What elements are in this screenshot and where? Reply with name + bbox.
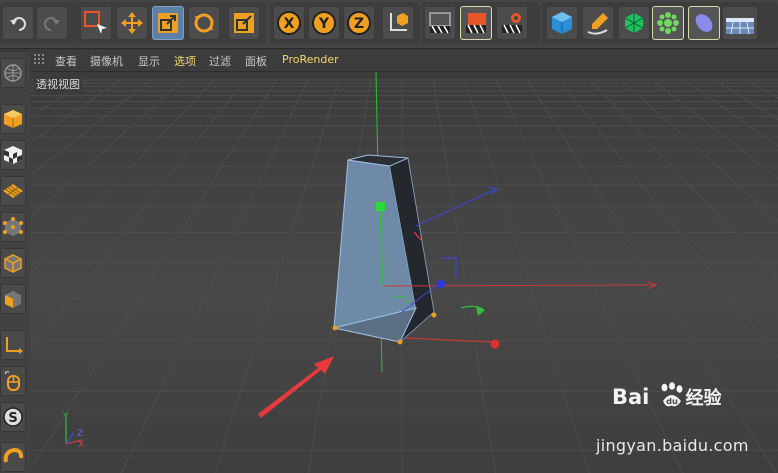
recent-tool-icon [234,13,254,33]
cloner-icon [657,12,679,34]
baidu-watermark-logo: Bai du 经验 [612,382,723,409]
deformer-button[interactable] [688,6,720,40]
move-button[interactable] [116,6,148,40]
redo-button[interactable] [36,6,68,40]
axis-z-label: Z [354,16,364,32]
menu-options[interactable]: 选项 [174,53,196,69]
workplane-button[interactable] [0,176,26,206]
lock-x-button[interactable]: X [273,6,305,40]
tweak-icon [4,371,20,391]
undo-icon [10,17,26,31]
undo-button[interactable] [2,6,34,40]
rotate-button[interactable] [188,6,220,40]
coordinate-system-button[interactable] [382,6,414,40]
make-editable-button[interactable] [0,58,26,88]
menu-prorender[interactable]: ProRender [282,53,339,66]
mode-sidebar: S [0,52,31,473]
live-selection-icon [84,11,107,34]
coordinate-system-icon [390,13,408,31]
point-handle[interactable] [397,339,403,345]
render-to-picture-viewer-icon [466,13,486,34]
axes-x-label: X [78,440,84,450]
grip-icon [34,54,44,64]
point-handle[interactable] [332,325,338,331]
menu-display[interactable]: 显示 [138,53,160,69]
scale-button[interactable] [152,6,184,40]
polygons-mode-button[interactable] [0,284,26,314]
snap-button[interactable]: S [0,402,26,432]
magnet-icon [3,447,24,463]
viewport-title: 透视视图 [34,76,82,92]
axes-y-label: Y [62,412,69,422]
menu-cameras[interactable]: 摄像机 [90,53,123,69]
scale-icon [158,13,178,33]
menu-filter[interactable]: 过滤 [209,53,231,69]
workplane-icon [3,184,23,198]
menu-view[interactable]: 查看 [55,53,77,69]
axis-button[interactable] [0,330,26,360]
render-to-picture-viewer-button[interactable] [460,6,492,40]
cube-icon [552,12,572,34]
rotate-icon [194,13,214,33]
model-mode-icon [4,110,22,128]
axes-z-label: Z [77,429,83,439]
floor-button[interactable] [722,6,758,40]
snap-icon: S [3,407,23,427]
model-mode-button[interactable] [0,104,26,134]
magnet-button[interactable] [0,442,26,472]
gizmo-y-handle[interactable] [376,202,385,211]
watermark-url: jingyan.baidu.com [596,436,749,455]
lock-z-icon: Z [347,11,371,35]
deformer-icon [695,14,713,32]
lock-y-button[interactable]: Y [308,6,340,40]
cube-button[interactable] [546,6,578,40]
paw-icon: du [661,382,683,407]
axis-x-label: X [284,16,295,32]
svg-text:S: S [8,411,17,426]
floor-icon [726,18,754,35]
render-settings-icon [502,13,522,34]
render-settings-button[interactable] [496,6,528,40]
lock-y-icon: Y [312,11,336,35]
make-editable-icon [4,64,22,82]
render-view-icon [429,12,451,34]
gizmo-x-handle[interactable] [490,339,500,349]
polygons-mode-icon [5,291,21,308]
cinema4d-window: X Y Z S 查看 摄像机 显示 选项 过滤 面板 ProRender Y Z… [0,0,778,473]
watermark-jingyan-text: 经验 [686,387,723,409]
main-toolbar: X Y Z [0,0,778,49]
texture-mode-icon [4,146,22,164]
lock-z-button[interactable]: Z [343,6,375,40]
points-mode-button[interactable] [0,212,26,242]
axis-y-label: Y [318,16,330,32]
tweak-button[interactable] [0,366,26,396]
subdivision-button[interactable] [618,6,650,40]
cloner-button[interactable] [652,6,684,40]
pen-icon [587,13,608,35]
recent-tool-button[interactable] [228,6,260,40]
watermark-logo-text: Bai [612,385,649,409]
points-mode-icon [3,217,23,236]
redo-icon [44,17,60,31]
axis-icon [6,337,23,354]
gizmo-z-handle[interactable] [437,280,445,288]
subdivision-icon [624,13,644,33]
move-icon [121,12,143,34]
lock-x-icon: X [277,11,301,35]
edges-mode-button[interactable] [0,248,26,278]
pen-button[interactable] [582,6,614,40]
svg-text:du: du [666,396,678,406]
menu-panel[interactable]: 面板 [245,53,267,69]
render-view-button[interactable] [424,6,456,40]
texture-mode-button[interactable] [0,140,26,170]
live-selection-button[interactable] [80,6,112,40]
edges-mode-icon [4,254,22,273]
viewport-menu-bar: 查看 摄像机 显示 选项 过滤 面板 ProRender [30,50,778,72]
point-handle[interactable] [431,312,437,318]
